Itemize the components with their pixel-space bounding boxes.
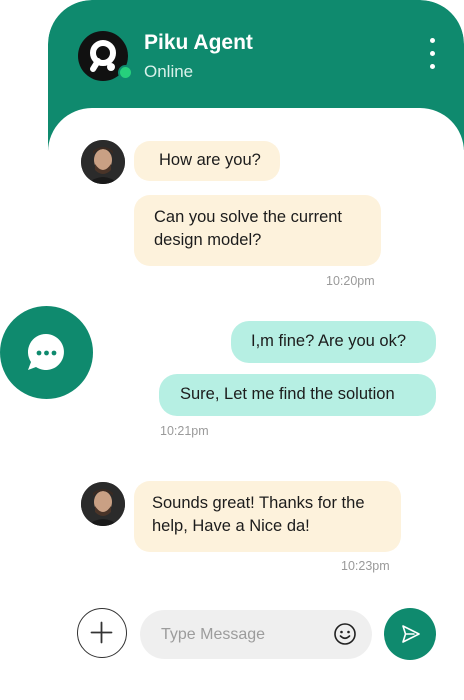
agent-status: Online (144, 62, 194, 81)
plus-icon (90, 621, 113, 644)
send-button[interactable] (384, 608, 436, 660)
avatar (81, 482, 125, 526)
emoji-icon[interactable] (333, 622, 357, 646)
message-timestamp: 10:21pm (160, 424, 209, 438)
message-text: How are you? (159, 151, 261, 169)
message-bubble: Can you solve the current design model? (134, 195, 381, 266)
more-vertical-icon[interactable] (420, 36, 444, 72)
add-attachment-button[interactable] (77, 608, 127, 658)
message-text: Can you solve the current (154, 208, 343, 226)
message-text: design model? (154, 231, 262, 249)
message-bubble: Sure, Let me find the solution (159, 374, 436, 416)
avatar (81, 140, 125, 184)
message-text: Sounds great! Thanks for the (152, 494, 365, 512)
message-text: I,m fine? Are you ok? (251, 332, 407, 350)
chat-window: Piku Agent Online How are you? Can you s… (48, 0, 464, 700)
message-timestamp: 10:20pm (326, 274, 375, 288)
agent-name: Piku Agent (144, 31, 253, 54)
message-text: Sure, Let me find the solution (180, 385, 395, 403)
message-timestamp: 10:23pm (341, 559, 390, 573)
message-bubble: I,m fine? Are you ok? (231, 321, 436, 363)
message-bubble: Sounds great! Thanks for the help, Have … (134, 481, 401, 552)
online-status-dot (118, 65, 133, 80)
chat-launcher-button[interactable] (0, 306, 93, 399)
message-bubble: How are you? (134, 141, 280, 181)
send-icon (402, 625, 420, 643)
chat-bubble-icon (27, 333, 64, 370)
message-text: help, Have a Nice da! (152, 517, 310, 535)
